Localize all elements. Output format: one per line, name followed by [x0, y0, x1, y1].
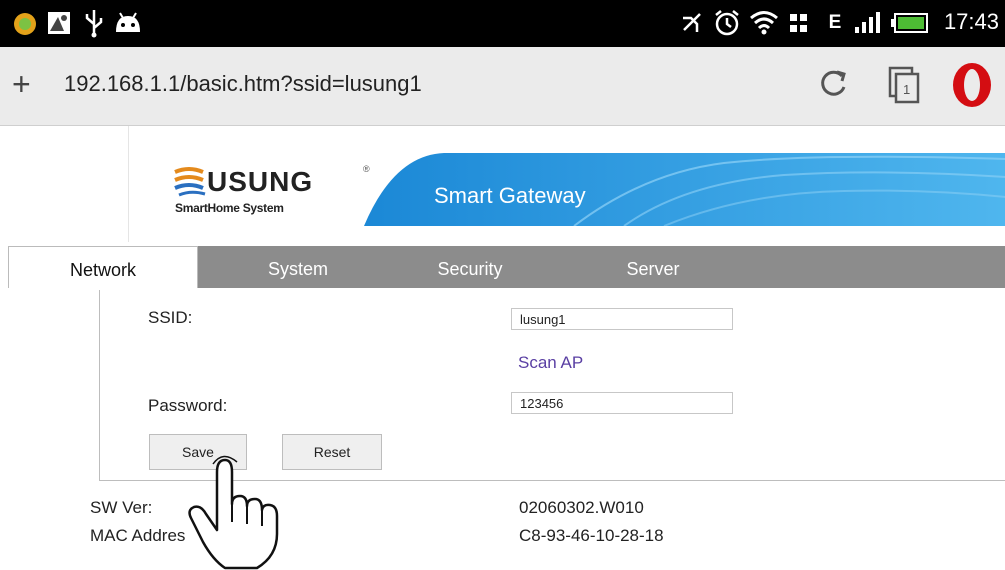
brand-name: USUNG — [207, 166, 314, 197]
password-input[interactable]: 123456 — [511, 392, 733, 414]
mac-address-label: MAC Addres — [90, 526, 186, 545]
url-field[interactable]: 192.168.1.1/basic.htm?ssid=lusung1 — [64, 71, 422, 97]
usung-logo: USUNG ® SmartHome System — [173, 164, 370, 224]
reset-button[interactable]: Reset — [282, 434, 382, 470]
battery-icon — [890, 8, 932, 38]
sw-version-label: SW Ver: — [90, 498, 153, 517]
mac-address-value: C8-93-46-10-28-18 — [519, 526, 664, 545]
new-tab-plus-icon[interactable]: + — [12, 64, 31, 104]
edge-signal-icon: E — [828, 12, 842, 33]
ssid-input[interactable]: lusung1 — [511, 308, 733, 330]
wifi-icon — [748, 8, 780, 38]
usb-icon — [80, 8, 108, 38]
nav-bar: Network System Security Server — [8, 246, 1005, 288]
pointing-hand-icon — [188, 455, 279, 570]
brand-subtitle: SmartHome System — [175, 201, 284, 215]
scan-ap-link[interactable]: Scan AP — [518, 353, 583, 373]
status-bar: E 17:43 — [0, 0, 1005, 47]
tab-network[interactable]: Network — [8, 246, 198, 288]
android-icon — [112, 8, 144, 38]
ssid-label: SSID: — [148, 308, 193, 327]
reload-icon[interactable] — [815, 65, 851, 101]
tab-server[interactable]: Server — [563, 246, 743, 288]
header-banner: USUNG ® SmartHome System Smart Gateway — [128, 126, 1005, 242]
tab-security[interactable]: Security — [380, 246, 560, 288]
usung-emblem-icon — [174, 167, 206, 197]
opera-logo-icon[interactable] — [948, 61, 996, 109]
signal-icon — [850, 8, 884, 38]
password-label: Password: — [148, 396, 228, 415]
browser-address-bar: + 192.168.1.1/basic.htm?ssid=lusung1 1 — [0, 47, 1005, 126]
app-icon — [10, 8, 40, 38]
banner-title: Smart Gateway — [434, 183, 586, 208]
alarm-icon — [712, 8, 742, 38]
mute-icon — [678, 8, 706, 38]
web-page: USUNG ® SmartHome System Smart Gateway N… — [0, 126, 1005, 570]
screenshot-icon — [44, 8, 74, 38]
tab-count: 1 — [903, 82, 911, 97]
clock-time: 17:43 — [943, 9, 999, 34]
tab-system[interactable]: System — [208, 246, 388, 288]
network-icon — [786, 8, 812, 38]
tabs-icon[interactable]: 1 — [884, 65, 924, 105]
sw-version-value: 02060302.W010 — [519, 498, 644, 517]
